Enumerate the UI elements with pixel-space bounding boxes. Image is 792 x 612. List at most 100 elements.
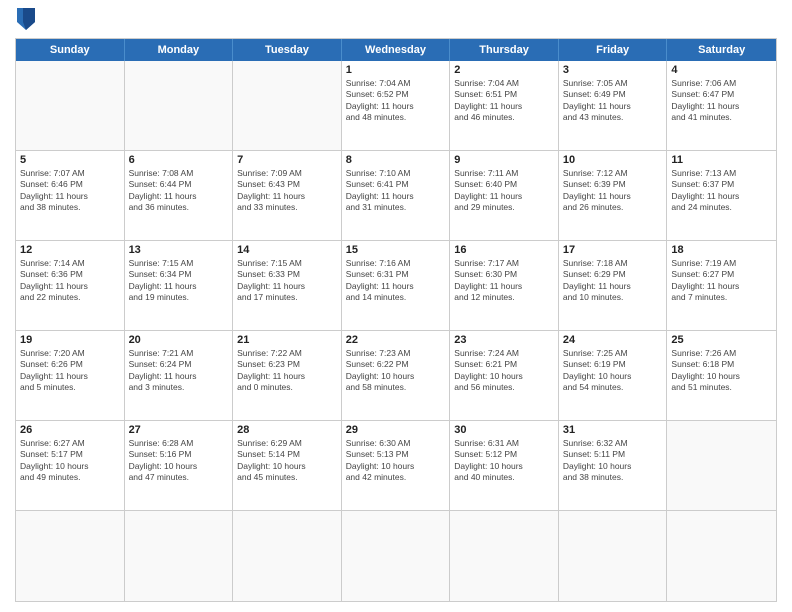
day-number: 4 <box>671 64 772 76</box>
day-number: 9 <box>454 154 554 166</box>
cal-header-day: Sunday <box>16 39 125 61</box>
day-number: 3 <box>563 64 663 76</box>
calendar-cell: 25 Sunrise: 7:26 AM Sunset: 6:18 PM Dayli… <box>667 331 776 420</box>
calendar-cell: 7 Sunrise: 7:09 AM Sunset: 6:43 PM Daylig… <box>233 151 342 240</box>
day-number: 19 <box>20 334 120 346</box>
calendar-cell: 17 Sunrise: 7:18 AM Sunset: 6:29 PM Dayli… <box>559 241 668 330</box>
day-info: Sunrise: 6:27 AM Sunset: 5:17 PM Dayligh… <box>20 438 120 484</box>
calendar-row <box>16 511 776 601</box>
calendar-cell <box>559 511 668 601</box>
header <box>15 10 777 30</box>
calendar-cell: 5Sunrise: 7:07 AM Sunset: 6:46 PM Daylig… <box>16 151 125 240</box>
calendar-cell: 16Sunrise: 7:17 AM Sunset: 6:30 PM Dayli… <box>450 241 559 330</box>
cal-header-day: Tuesday <box>233 39 342 61</box>
calendar-row: 5Sunrise: 7:07 AM Sunset: 6:46 PM Daylig… <box>16 151 776 241</box>
day-number: 8 <box>346 154 446 166</box>
day-info: Sunrise: 7:13 AM Sunset: 6:37 PM Dayligh… <box>671 168 772 214</box>
calendar-cell: 6 Sunrise: 7:08 AM Sunset: 6:44 PM Daylig… <box>125 151 234 240</box>
day-info: Sunrise: 7:18 AM Sunset: 6:29 PM Dayligh… <box>563 258 663 304</box>
day-info: Sunrise: 7:24 AM Sunset: 6:21 PM Dayligh… <box>454 348 554 394</box>
calendar-cell <box>667 421 776 510</box>
day-info: Sunrise: 7:15 AM Sunset: 6:33 PM Dayligh… <box>237 258 337 304</box>
day-info: Sunrise: 7:26 AM Sunset: 6:18 PM Dayligh… <box>671 348 772 394</box>
calendar-cell: 19 Sunrise: 7:20 AM Sunset: 6:26 PM Dayli… <box>16 331 125 420</box>
calendar-cell: 28 Sunrise: 6:29 AM Sunset: 5:14 PM Dayli… <box>233 421 342 510</box>
day-info: Sunrise: 7:16 AM Sunset: 6:31 PM Dayligh… <box>346 258 446 304</box>
day-number: 22 <box>346 334 446 346</box>
day-info: Sunrise: 7:09 AM Sunset: 6:43 PM Dayligh… <box>237 168 337 214</box>
calendar-cell <box>125 61 234 150</box>
calendar-cell: 18Sunrise: 7:19 AM Sunset: 6:27 PM Dayli… <box>667 241 776 330</box>
day-info: Sunrise: 7:10 AM Sunset: 6:41 PM Dayligh… <box>346 168 446 214</box>
calendar-cell: 24Sunrise: 7:25 AM Sunset: 6:19 PM Dayli… <box>559 331 668 420</box>
cal-header-day: Friday <box>559 39 668 61</box>
calendar-cell: 2Sunrise: 7:04 AM Sunset: 6:51 PM Daylig… <box>450 61 559 150</box>
calendar-cell: 30Sunrise: 6:31 AM Sunset: 5:12 PM Dayli… <box>450 421 559 510</box>
day-number: 1 <box>346 64 446 76</box>
calendar-row: 26 Sunrise: 6:27 AM Sunset: 5:17 PM Dayli… <box>16 421 776 511</box>
calendar-cell: 15 Sunrise: 7:16 AM Sunset: 6:31 PM Dayli… <box>342 241 451 330</box>
day-number: 7 <box>237 154 337 166</box>
calendar-cell: 13 Sunrise: 7:15 AM Sunset: 6:34 PM Dayli… <box>125 241 234 330</box>
day-number: 13 <box>129 244 229 256</box>
day-number: 17 <box>563 244 663 256</box>
day-number: 15 <box>346 244 446 256</box>
day-number: 28 <box>237 424 337 436</box>
calendar-cell: 22 Sunrise: 7:23 AM Sunset: 6:22 PM Dayli… <box>342 331 451 420</box>
calendar-row: 12Sunrise: 7:14 AM Sunset: 6:36 PM Dayli… <box>16 241 776 331</box>
day-number: 6 <box>129 154 229 166</box>
day-info: Sunrise: 7:12 AM Sunset: 6:39 PM Dayligh… <box>563 168 663 214</box>
calendar-cell: 27 Sunrise: 6:28 AM Sunset: 5:16 PM Dayli… <box>125 421 234 510</box>
day-info: Sunrise: 7:25 AM Sunset: 6:19 PM Dayligh… <box>563 348 663 394</box>
day-info: Sunrise: 6:32 AM Sunset: 5:11 PM Dayligh… <box>563 438 663 484</box>
day-info: Sunrise: 6:29 AM Sunset: 5:14 PM Dayligh… <box>237 438 337 484</box>
calendar-cell: 9Sunrise: 7:11 AM Sunset: 6:40 PM Daylig… <box>450 151 559 240</box>
calendar-cell: 31 Sunrise: 6:32 AM Sunset: 5:11 PM Dayli… <box>559 421 668 510</box>
day-info: Sunrise: 7:14 AM Sunset: 6:36 PM Dayligh… <box>20 258 120 304</box>
cal-header-day: Wednesday <box>342 39 451 61</box>
calendar-cell: 12Sunrise: 7:14 AM Sunset: 6:36 PM Dayli… <box>16 241 125 330</box>
calendar: SundayMondayTuesdayWednesdayThursdayFrid… <box>15 38 777 602</box>
day-info: Sunrise: 7:07 AM Sunset: 6:46 PM Dayligh… <box>20 168 120 214</box>
calendar-header: SundayMondayTuesdayWednesdayThursdayFrid… <box>16 39 776 61</box>
calendar-cell: 26 Sunrise: 6:27 AM Sunset: 5:17 PM Dayli… <box>16 421 125 510</box>
calendar-cell <box>16 61 125 150</box>
calendar-cell <box>233 61 342 150</box>
calendar-cell: 23 Sunrise: 7:24 AM Sunset: 6:21 PM Dayli… <box>450 331 559 420</box>
day-number: 25 <box>671 334 772 346</box>
day-info: Sunrise: 7:23 AM Sunset: 6:22 PM Dayligh… <box>346 348 446 394</box>
day-number: 26 <box>20 424 120 436</box>
calendar-cell: 14Sunrise: 7:15 AM Sunset: 6:33 PM Dayli… <box>233 241 342 330</box>
day-info: Sunrise: 6:28 AM Sunset: 5:16 PM Dayligh… <box>129 438 229 484</box>
day-info: Sunrise: 7:22 AM Sunset: 6:23 PM Dayligh… <box>237 348 337 394</box>
day-number: 2 <box>454 64 554 76</box>
day-info: Sunrise: 7:15 AM Sunset: 6:34 PM Dayligh… <box>129 258 229 304</box>
day-number: 20 <box>129 334 229 346</box>
calendar-cell: 20 Sunrise: 7:21 AM Sunset: 6:24 PM Dayli… <box>125 331 234 420</box>
calendar-cell <box>342 511 451 601</box>
calendar-cell: 11Sunrise: 7:13 AM Sunset: 6:37 PM Dayli… <box>667 151 776 240</box>
day-info: Sunrise: 6:30 AM Sunset: 5:13 PM Dayligh… <box>346 438 446 484</box>
calendar-cell: 21 Sunrise: 7:22 AM Sunset: 6:23 PM Dayli… <box>233 331 342 420</box>
day-info: Sunrise: 7:20 AM Sunset: 6:26 PM Dayligh… <box>20 348 120 394</box>
day-info: Sunrise: 7:21 AM Sunset: 6:24 PM Dayligh… <box>129 348 229 394</box>
day-info: Sunrise: 7:19 AM Sunset: 6:27 PM Dayligh… <box>671 258 772 304</box>
day-number: 27 <box>129 424 229 436</box>
day-info: Sunrise: 7:08 AM Sunset: 6:44 PM Dayligh… <box>129 168 229 214</box>
page: SundayMondayTuesdayWednesdayThursdayFrid… <box>0 0 792 612</box>
day-info: Sunrise: 7:17 AM Sunset: 6:30 PM Dayligh… <box>454 258 554 304</box>
day-info: Sunrise: 7:06 AM Sunset: 6:47 PM Dayligh… <box>671 78 772 124</box>
calendar-body: 1 Sunrise: 7:04 AM Sunset: 6:52 PM Daylig… <box>16 61 776 601</box>
day-number: 23 <box>454 334 554 346</box>
calendar-cell: 8 Sunrise: 7:10 AM Sunset: 6:41 PM Daylig… <box>342 151 451 240</box>
day-number: 21 <box>237 334 337 346</box>
day-number: 31 <box>563 424 663 436</box>
cal-header-day: Saturday <box>667 39 776 61</box>
calendar-cell <box>667 511 776 601</box>
logo-icon <box>17 8 35 30</box>
day-info: Sunrise: 7:04 AM Sunset: 6:52 PM Dayligh… <box>346 78 446 124</box>
calendar-cell: 4 Sunrise: 7:06 AM Sunset: 6:47 PM Daylig… <box>667 61 776 150</box>
calendar-row: 1 Sunrise: 7:04 AM Sunset: 6:52 PM Daylig… <box>16 61 776 151</box>
calendar-cell <box>450 511 559 601</box>
cal-header-day: Thursday <box>450 39 559 61</box>
